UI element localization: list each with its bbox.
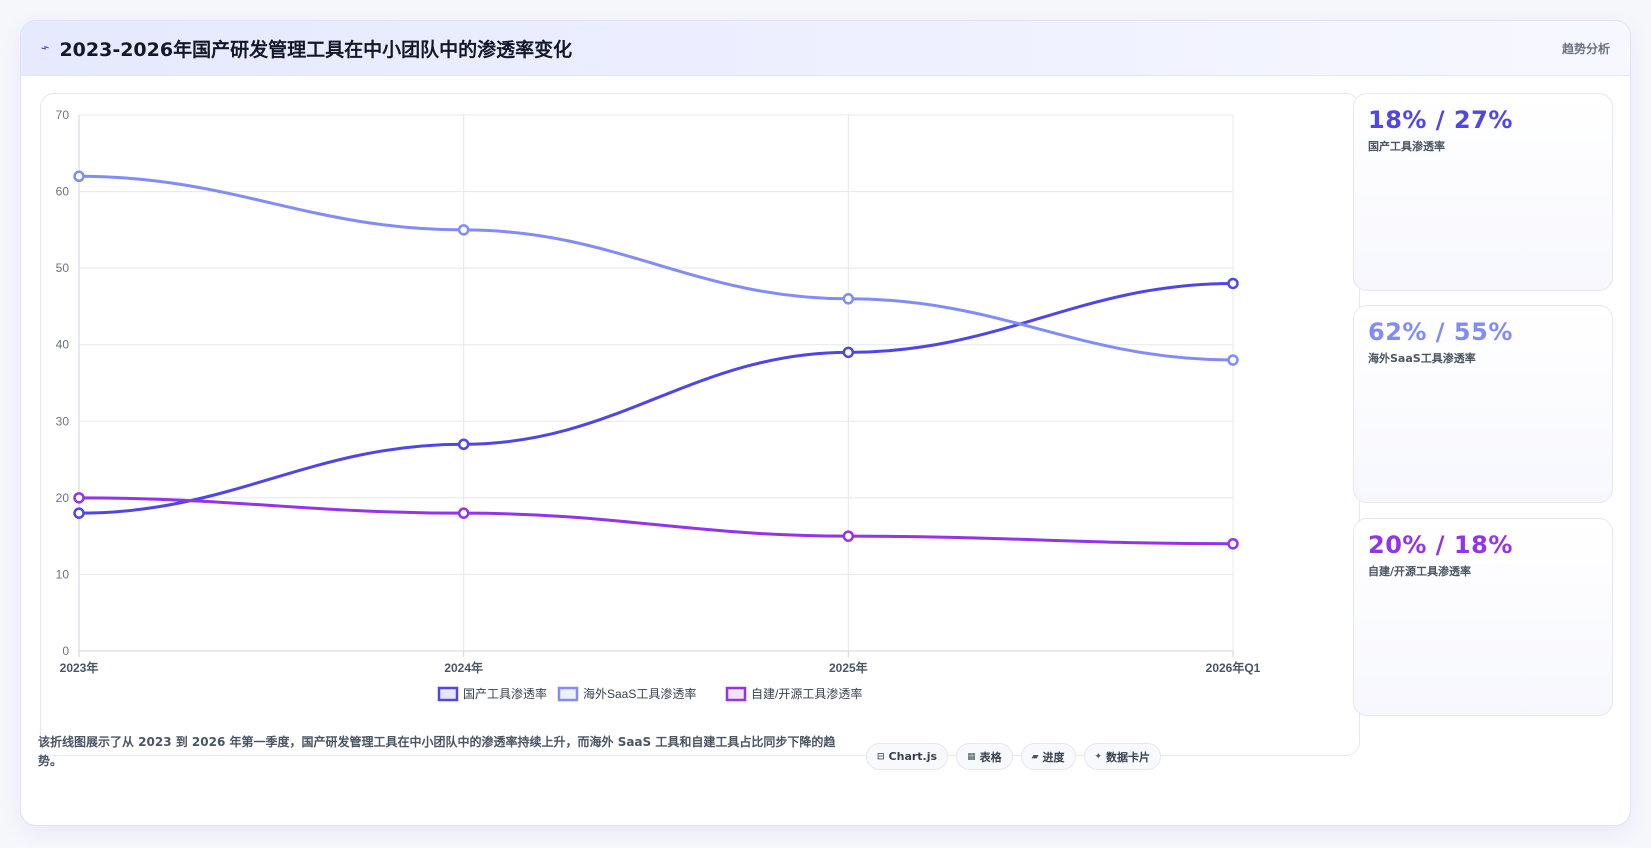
data-point xyxy=(73,507,85,519)
chart-panel: 0 10 20 30 40 50 60 70 2023年 2024年 2025年 2026年Q1 国产工… xyxy=(40,93,1360,756)
legend-swatch xyxy=(557,686,579,702)
data-point xyxy=(73,170,85,183)
data-point xyxy=(1227,354,1239,366)
legend-label: 海外SaaS工具渗透率 xyxy=(583,686,696,701)
stat-card-domestic: 18% / 27% 国产工具渗透率 xyxy=(1353,93,1613,291)
y-tick-label: 0 xyxy=(62,644,69,658)
stat-label: 自建/开源工具渗透率 xyxy=(1368,565,1472,578)
page-title: 2023-2026年国产研发管理工具在中小团队中的渗透率变化 xyxy=(59,38,573,61)
pill-label: 进度 xyxy=(1042,750,1065,764)
data-point xyxy=(457,224,470,236)
y-tick-label: 30 xyxy=(56,414,70,428)
data-point xyxy=(842,293,855,305)
series-line xyxy=(77,496,1235,546)
series-line xyxy=(77,281,1235,515)
y-tick-label: 20 xyxy=(56,491,70,505)
data-point xyxy=(457,438,470,451)
y-tick-label: 60 xyxy=(56,185,70,199)
legend-label: 国产工具渗透率 xyxy=(463,686,547,701)
table-pill[interactable]: ▦ 表格 xyxy=(956,743,1013,770)
x-tick-label: 2024年 xyxy=(444,660,483,675)
legend-swatch xyxy=(437,686,459,702)
stat-card-overseas: 62% / 55% 海外SaaS工具渗透率 xyxy=(1353,305,1613,503)
x-tick-label: 2026年Q1 xyxy=(1206,660,1261,675)
chartjs-pill[interactable]: ⊟ Chart.js xyxy=(866,743,949,770)
stat-value: 20% / 18% xyxy=(1368,531,1513,559)
data-card-pill[interactable]: ✦ 数据卡片 xyxy=(1083,743,1162,770)
pill-label: 数据卡片 xyxy=(1106,750,1151,764)
legend-label: 自建/开源工具渗透率 xyxy=(751,686,862,701)
pill-label: Chart.js xyxy=(888,750,938,763)
stat-value: 18% / 27% xyxy=(1368,106,1513,134)
stat-label: 国产工具渗透率 xyxy=(1368,140,1445,153)
progress-pill[interactable]: ▰ 进度 xyxy=(1020,743,1076,770)
progress-icon: ▰ xyxy=(1031,751,1039,762)
data-point xyxy=(1227,538,1239,550)
data-point xyxy=(842,346,855,359)
stat-card-selfbuilt: 20% / 18% 自建/开源工具渗透率 xyxy=(1353,518,1613,716)
stat-label: 海外SaaS工具渗透率 xyxy=(1368,352,1476,365)
chart-description: 该折线图展示了从 2023 到 2026 年第一季度，国产研发管理工具在中小团队… xyxy=(38,735,836,768)
x-tick-label: 2025年 xyxy=(829,660,868,675)
trend-analysis-label: 趋势分析 xyxy=(1561,41,1610,56)
data-point xyxy=(457,507,470,519)
y-tick-label: 10 xyxy=(56,567,70,581)
chart-icon: ⊟ xyxy=(877,751,885,762)
data-point xyxy=(73,492,85,504)
legend-swatch xyxy=(725,686,747,702)
y-tick-label: 50 xyxy=(56,261,70,275)
pill-label: 表格 xyxy=(979,750,1002,764)
chart-card: ⌁ 2023-2026年国产研发管理工具在中小团队中的渗透率变化 趋势分析 0 1… xyxy=(20,20,1631,826)
card-header: ⌁ 2023-2026年国产研发管理工具在中小团队中的渗透率变化 趋势分析 xyxy=(21,21,1630,76)
y-tick-label: 70 xyxy=(56,108,70,122)
trend-line-icon: ⌁ xyxy=(38,39,52,57)
x-tick-label: 2023年 xyxy=(60,660,99,675)
table-icon: ▦ xyxy=(967,751,976,762)
stat-value: 62% / 55% xyxy=(1368,318,1513,346)
data-point xyxy=(1227,277,1239,290)
data-point xyxy=(842,530,855,542)
line-chart: 0 10 20 30 40 50 60 70 2023年 2024年 2025年 2026年Q1 国产工… xyxy=(56,108,1261,702)
tag-pills: ⊟ Chart.js ▦ 表格 ▰ 进度 ✦ 数据卡片 xyxy=(866,743,1162,770)
y-tick-label: 40 xyxy=(56,338,70,352)
sparkle-icon: ✦ xyxy=(1094,751,1103,762)
